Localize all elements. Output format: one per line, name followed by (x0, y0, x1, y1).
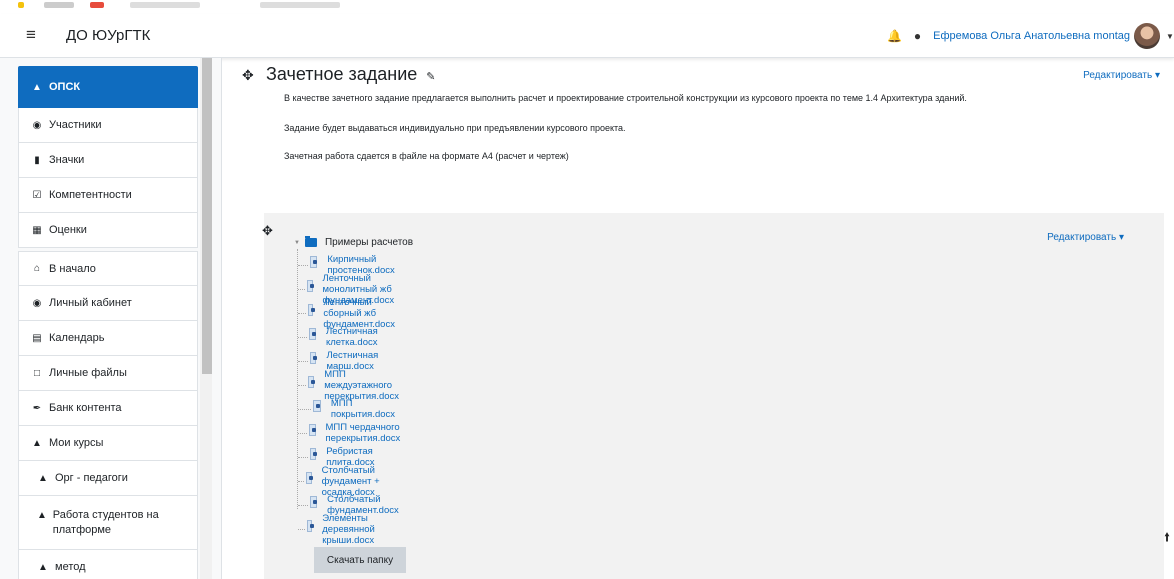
list-item: МПП покрытия.docx (298, 397, 400, 421)
collapse-triangle-icon[interactable]: ▼ (294, 240, 300, 246)
file-link[interactable]: МПП покрытия.docx (331, 398, 400, 420)
scroll-thumb[interactable] (202, 58, 212, 374)
drawer-item-label: Значки (49, 154, 85, 166)
drawer-item-label: Мои курсы (49, 437, 104, 449)
user-menu-area: 🔔 ● Ефремова Ольга Анатольевна montag ▼ (887, 14, 1174, 58)
drawer-item-course-org[interactable]: ▲ Орг - педагоги (18, 461, 198, 496)
browser-top-strip (0, 0, 1174, 14)
list-item: Лестничная клетка.docx (298, 325, 388, 349)
file-link[interactable]: Лестничная клетка.docx (326, 326, 388, 348)
move-icon[interactable]: ✥ (262, 223, 273, 239)
word-doc-icon (307, 280, 314, 292)
word-doc-icon (312, 400, 321, 412)
drawer-item-label: Участники (49, 119, 102, 131)
drawer-item-badges[interactable]: ▮ Значки (18, 143, 198, 178)
drawer-item-dashboard[interactable]: ◉ Личный кабинет (18, 286, 198, 321)
drawer-item-my-courses[interactable]: ▲ Мои курсы (18, 426, 198, 461)
word-doc-icon (306, 520, 315, 532)
top-navbar: ≡ ДО ЮУрГТК 🔔 ● Ефремова Ольга Анатольев… (0, 14, 1174, 58)
table-icon: ▦ (32, 224, 42, 236)
file-link[interactable]: Элементы деревянной крыши.docx (322, 513, 388, 546)
list-item: МПП чердачного перекрытия.docx (298, 421, 411, 445)
folder-header[interactable]: ▼ Примеры расчетов (294, 236, 414, 248)
bell-icon[interactable]: 🔔 (887, 29, 902, 43)
graduation-cap-icon: ▲ (32, 81, 42, 93)
drawer-item-label: ОПСК (49, 81, 81, 93)
summary-line: Зачетная работа сдается в файле на форма… (284, 151, 569, 161)
drawer-item-label: метод (55, 561, 86, 573)
folder-icon (304, 236, 317, 247)
drawer-item-content-bank[interactable]: ✒ Банк контента (18, 391, 198, 426)
file-link[interactable]: МПП чердачного перекрытия.docx (326, 422, 411, 444)
graduation-cap-icon: ▲ (38, 472, 48, 484)
word-doc-icon (306, 472, 314, 484)
drawer-item-label: Работа студентов на платформе (52, 509, 159, 536)
paint-brush-icon: ✒ (32, 402, 42, 414)
download-folder-button[interactable]: Скачать папку (314, 547, 406, 573)
drawer-item-grades[interactable]: ▦ Оценки (18, 213, 198, 248)
chevron-down-icon[interactable]: ▼ (1166, 32, 1174, 41)
drawer-item-course-method[interactable]: ▲ метод (18, 550, 198, 579)
drawer-item-label: Оценки (49, 224, 87, 236)
summary-line: В качестве зачетного задание предлагаетс… (284, 93, 967, 103)
list-item: Столбчатый фундамент + осадка.docx (298, 465, 389, 498)
word-doc-icon (310, 256, 318, 268)
folder-name: Примеры расчетов (324, 237, 414, 248)
drawer-item-label: Банк контента (49, 402, 122, 414)
avatar[interactable] (1134, 23, 1160, 49)
drawer-item-label: Личные файлы (49, 367, 127, 379)
dashboard-icon: ◉ (32, 297, 42, 309)
pencil-icon[interactable]: ✎ (426, 71, 435, 83)
list-item: Ленточный сборный жб фундамент.docx (298, 297, 408, 330)
section-title-text: Зачетное задание (266, 64, 418, 84)
section-title: Зачетное задание ✎ (266, 64, 436, 85)
word-doc-icon (310, 496, 318, 508)
folder-activity: ✥ ▼ Примеры расчетов Редактировать ▾ Кир… (262, 213, 1164, 579)
arrow-up-icon[interactable]: 🠙 (1164, 528, 1170, 549)
drawer-item-label: Компетентности (49, 189, 132, 201)
word-doc-icon (308, 376, 316, 388)
home-icon: ⌂ (33, 263, 41, 274)
user-name[interactable]: Ефремова Ольга Анатольевна montag (933, 30, 1130, 42)
list-item: Элементы деревянной крыши.docx (298, 513, 389, 546)
drawer-scrollbar[interactable]: ▲ (200, 58, 212, 579)
drawer-item-course[interactable]: ▲ ОПСК (18, 66, 198, 108)
drawer-item-participants[interactable]: ◉ Участники (18, 108, 198, 143)
users-icon: ◉ (32, 119, 42, 131)
graduation-cap-icon: ▲ (38, 561, 48, 573)
drawer-item-course-students[interactable]: ▲ Работа студентов на платформе (18, 496, 198, 550)
drawer-item-calendar[interactable]: ▤ Календарь (18, 321, 198, 356)
drawer-item-competencies[interactable]: ☑ Компетентности (18, 178, 198, 213)
drawer-item-label: Орг - педагоги (55, 472, 128, 484)
list-item: МПП междуэтажного перекрытия.docx (298, 369, 411, 402)
site-name[interactable]: ДО ЮУрГТК (66, 27, 150, 44)
main-content: ✥ Зачетное задание ✎ Редактировать ▾ В к… (222, 58, 1174, 579)
edit-label: Редактировать (1083, 70, 1153, 81)
chat-bubble-icon[interactable]: ● (914, 29, 921, 43)
file-icon: □ (33, 367, 41, 379)
word-doc-icon (309, 448, 317, 460)
shield-icon: ▮ (34, 154, 40, 166)
word-doc-icon (309, 328, 316, 340)
drawer-item-private-files[interactable]: □ Личные файлы (18, 356, 198, 391)
move-icon[interactable]: ✥ (242, 67, 254, 84)
edit-label: Редактировать (1047, 232, 1117, 243)
section-edit-menu[interactable]: Редактировать ▾ (1083, 70, 1160, 81)
drawer-item-label: Личный кабинет (49, 297, 132, 309)
drawer-item-label: В начало (49, 262, 96, 275)
word-doc-icon (309, 424, 316, 436)
word-doc-icon (307, 304, 315, 316)
calendar-icon: ▤ (32, 332, 42, 344)
drawer-item-home[interactable]: ⌂ В начало (18, 251, 198, 286)
word-doc-icon (309, 352, 317, 364)
menu-hamburger-icon[interactable]: ≡ (26, 25, 36, 45)
checkbox-icon: ☑ (32, 189, 42, 201)
graduation-cap-icon: ▲ (36, 510, 47, 521)
drawer-item-label: Календарь (49, 332, 105, 344)
folder-edit-menu[interactable]: Редактировать ▾ (1047, 232, 1124, 243)
graduation-cap-icon: ▲ (32, 437, 42, 449)
nav-drawer: ▲ ОПСК ◉ Участники ▮ Значки ☑ Компетентн… (0, 58, 222, 579)
summary-line: Задание будет выдаваться индивидуально п… (284, 123, 626, 133)
